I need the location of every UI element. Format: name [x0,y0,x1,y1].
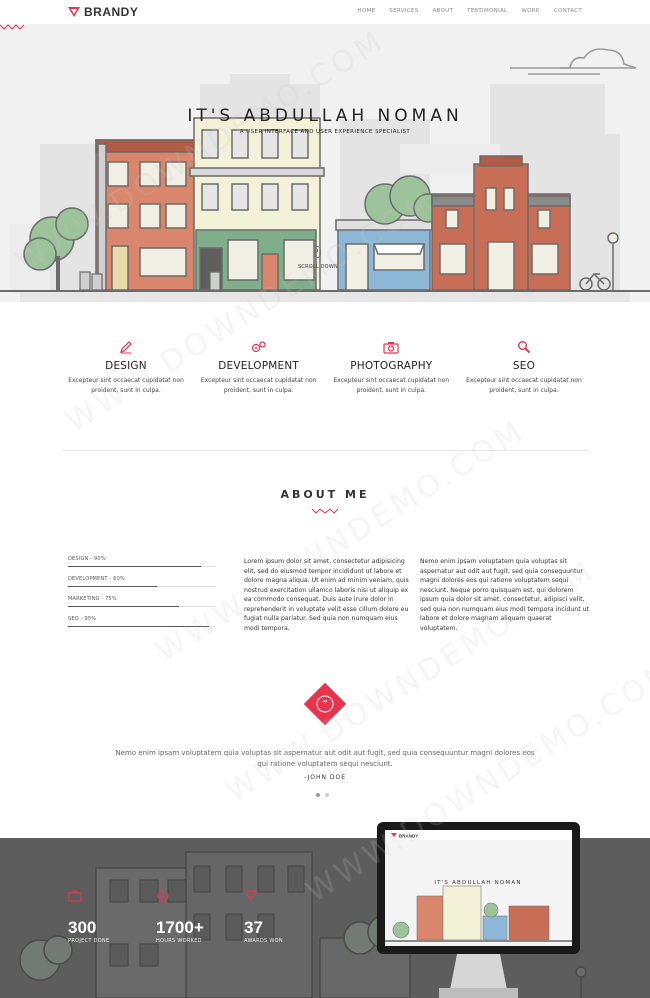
skill-bar: DESIGN - 90% [68,556,216,567]
stat-awards: 37 AWARDS WON [244,890,283,944]
hero-section: IT'S ABDULLAH NOMAN A USER INTERFACE AND… [0,24,650,302]
skill-fill [68,626,209,627]
scroll-down-button[interactable]: SCROLL DOWN [298,246,338,270]
skill-label: DEVELOPMENT - 60% [68,576,125,582]
service-development: DEVELOPMENT Excepteur sint occaecat cupi… [193,340,325,395]
pencil-icon [120,341,132,354]
quote-icon: ” [304,683,346,725]
service-text: Excepteur sint occaecat cupidatat non pr… [200,377,317,394]
stat-projects: 300 PROJECT DONE [68,890,109,944]
nav-about[interactable]: ABOUT [433,8,454,14]
service-photography: PHOTOGRAPHY Excepteur sint occaecat cupi… [325,340,457,395]
skill-fill [68,566,202,567]
magnifier-icon [517,341,531,354]
nav-contact[interactable]: CONTACT [554,8,582,14]
monitor-mockup: BRANDY IT'S ABDULLAH NOMAN [377,822,580,998]
zigzag-divider-icon [312,508,338,514]
about-title: ABOUT ME [280,488,370,501]
scroll-down-label: SCROLL DOWN [298,264,338,270]
carousel-dot-1[interactable] [316,793,320,797]
trophy-icon [246,890,256,901]
skill-bar: DEVELOPMENT - 60% [68,576,216,587]
skill-track [68,566,216,567]
skill-label: SEO - 95% [68,616,97,622]
brand-name: BRANDY [84,5,139,19]
nav-work[interactable]: WORK [521,8,539,14]
stat-number: 1700+ [156,918,204,937]
skill-fill [68,606,179,607]
svg-text:”: ” [322,698,328,711]
gears-icon [251,341,266,353]
site-header: BRANDY HOME SERVICES ABOUT TESTIMONIAL W… [0,0,650,24]
service-text: Excepteur sint occaecat cupidatat non pr… [333,377,450,394]
nav-testimonial[interactable]: TESTIMONIAL [467,8,507,14]
nav-services[interactable]: SERVICES [389,8,418,14]
stat-label: AWARDS WON [244,938,283,944]
stat-label: HOURS WORKED [156,938,202,944]
service-title: DESIGN [105,360,147,372]
skill-track [68,626,216,627]
services-section: DESIGN Excepteur sint occaecat cupidatat… [60,340,590,395]
testimonial-quote: Nemo enim ipsam voluptatem quia voluptas… [115,749,535,768]
stat-label: PROJECT DONE [68,938,110,944]
main-nav: HOME SERVICES ABOUT TESTIMONIAL WORK CON… [358,8,582,14]
briefcase-icon [68,890,82,902]
stat-number: 37 [244,918,263,937]
about-text-column-1: Lorem ipsum dolor sit amet, consectetur … [244,558,409,632]
stat-hours: 1700+ HOURS WORKED [156,890,204,944]
skill-label: DESIGN - 90% [68,556,106,562]
skill-track [68,586,216,587]
monitor-brand: BRANDY [399,834,418,839]
nav-home[interactable]: HOME [358,8,376,14]
stat-number: 300 [68,918,97,937]
skill-track [68,606,216,607]
hero-title: IT'S ABDULLAH NOMAN [187,106,463,126]
monitor-title: IT'S ABDULLAH NOMAN [434,880,521,886]
skill-label: MARKETING - 75% [68,596,117,602]
service-title: PHOTOGRAPHY [350,360,433,372]
skill-bar: MARKETING - 75% [68,596,216,607]
service-title: SEO [512,360,536,372]
carousel-dot-2[interactable] [325,793,329,797]
brand-logo[interactable]: BRANDY [68,5,138,19]
hero-subtitle: A USER INTERFACE AND USER EXPERIENCE SPE… [239,129,411,135]
service-design: DESIGN Excepteur sint occaecat cupidatat… [60,340,192,395]
about-text-column-2: Nemo enim ipsam voluptatem quia voluptas… [420,558,589,632]
service-text: Excepteur sint occaecat cupidatat non pr… [466,377,582,394]
clock-icon [157,890,169,902]
skill-bar: SEO - 95% [68,616,216,627]
service-seo: SEO Excepteur sint occaecat cupidatat no… [458,340,590,395]
camera-icon [383,342,399,354]
service-title: DEVELOPMENT [218,360,300,372]
skill-fill [68,586,157,587]
carousel-dots [316,793,329,797]
logo-triangle-icon [68,7,80,17]
zigzag-divider-icon [0,24,24,30]
testimonial-author: -JOHN DOE [303,774,347,781]
section-divider [62,450,588,451]
skills-list: DESIGN - 90% DEVELOPMENT - 60% MARKETING… [68,556,216,636]
service-text: Excepteur sint occaecat cupidatat non pr… [68,377,184,394]
mouse-icon [314,246,322,258]
